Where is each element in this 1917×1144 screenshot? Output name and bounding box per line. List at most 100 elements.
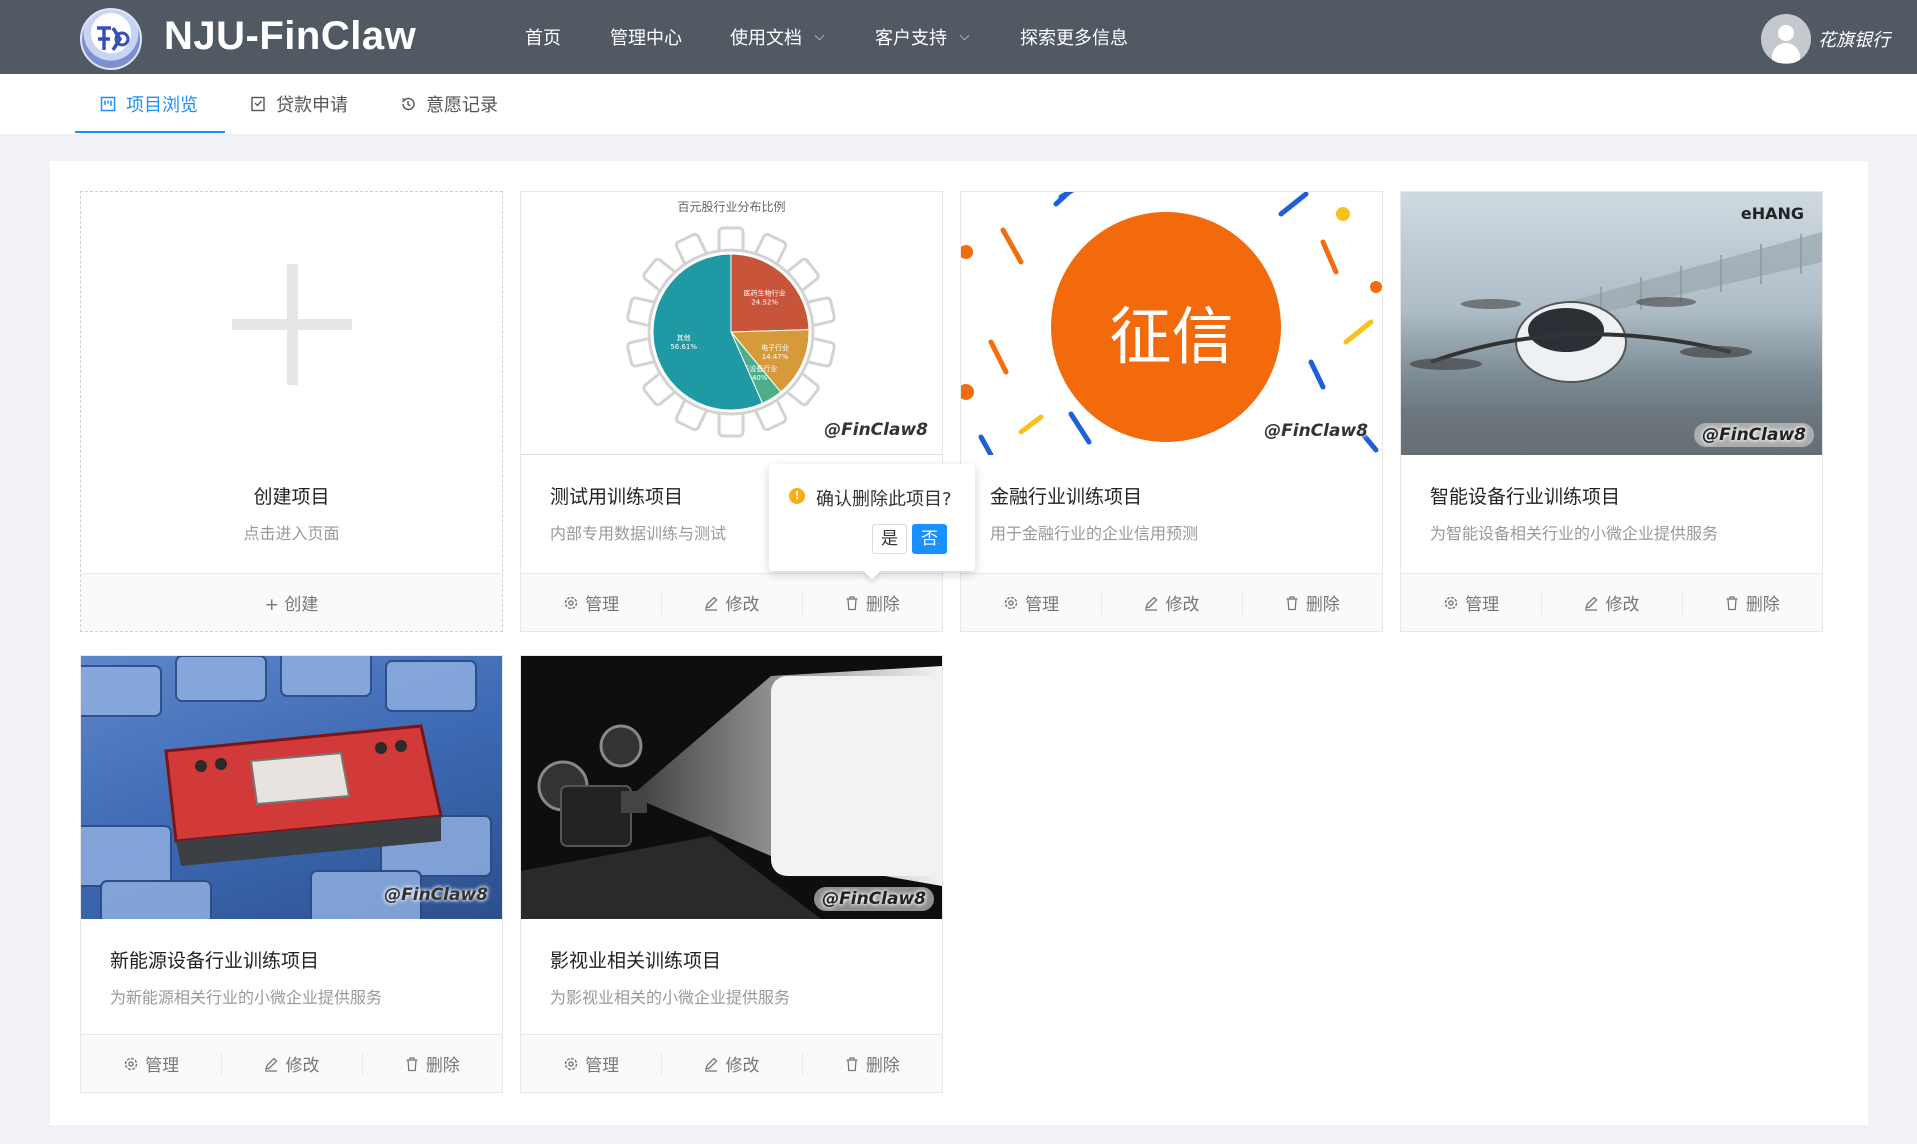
nav-explore-label: 探索更多信息 [1020,28,1128,49]
tab-label: 贷款申请 [276,95,348,116]
chevron-down-icon [959,30,970,40]
user-icon-head [1778,25,1794,41]
manage-button[interactable]: 管理 [521,574,661,631]
pie-slice-value: 24.52% [751,298,778,306]
delete-label: 删除 [865,595,900,615]
cover-brand: eHANG [1740,204,1804,223]
delete-button[interactable]: 删除 [361,1035,502,1092]
trash-icon [406,1056,418,1071]
card-title: 新能源设备行业训练项目 [110,950,320,972]
trash-icon [1726,595,1738,610]
gear-icon [124,1057,138,1070]
card-title: 创建项目 [253,486,330,508]
pie-slice-value: 14.47% [762,353,789,361]
edit-icon [1585,596,1598,611]
card-title: 金融行业训练项目 [990,486,1143,508]
edit-label: 修改 [725,595,760,615]
nav-docs-label: 使用文档 [730,28,802,49]
edit-button[interactable]: 修改 [661,574,801,631]
project-icon [100,96,116,112]
tab-loan-application[interactable]: 贷款申请 [250,74,348,134]
confirm-message: 确认删除此项目? [816,489,952,510]
create-button[interactable]: + 创建 [81,574,502,631]
card-desc: 内部专用数据训练与测试 [550,524,727,543]
card-desc: 点击进入页面 [243,524,340,543]
project-grid: 创建项目 点击进入页面 + 创建 百元股行业分布比例 医药生物行业 24.52% 电… [50,161,1868,1125]
confirm-no-button[interactable]: 否 [912,524,947,554]
nav-home[interactable]: 首页 [525,24,561,50]
tab-label: 意愿记录 [426,95,498,116]
confirm-yes-button[interactable]: 是 [872,524,907,554]
pie-slice-label: 电子行业 [761,343,789,352]
watermark: @FinClaw8 [1694,423,1814,447]
card-actions: 管理 修改 删除 [521,1034,942,1092]
manage-label: 管理 [1025,595,1060,615]
nav-support-label: 客户支持 [875,28,947,49]
tab-project-browse[interactable]: 项目浏览 [100,74,198,134]
edit-button[interactable]: 修改 [661,1035,801,1092]
delete-confirm-popover: ! 确认删除此项目? 是 否 [769,464,975,571]
projector-cover: @FinClaw8 [521,656,942,919]
nav-home-label: 首页 [525,28,561,49]
logo[interactable] [80,8,142,70]
tab-intention-records[interactable]: 意愿记录 [400,74,498,134]
edit-icon [265,1057,278,1072]
create-project-card[interactable]: 创建项目 点击进入页面 + 创建 [80,191,503,632]
card-actions: 管理 修改 删除 [1401,573,1822,631]
manage-button[interactable]: 管理 [961,574,1101,631]
delete-button[interactable]: 删除 [801,574,942,631]
loan-icon [251,96,265,112]
pie-slice-label: 其他 [677,333,691,342]
pie-slice-value: 56.61% [670,343,697,351]
avatar[interactable] [1761,14,1811,64]
edit-icon [705,1057,718,1072]
drone-cover: eHANG @FinClaw8 [1401,192,1822,455]
gear-icon [1004,596,1018,609]
create-button-label: + 创建 [264,595,319,615]
project-card[interactable]: 征信 @FinClaw8 金融行业训练项目 用于金融行业的企业信用预测 管理 修… [960,191,1383,632]
delete-label: 删除 [865,1056,900,1076]
chevron-down-icon [814,30,825,40]
nav-explore[interactable]: 探索更多信息 [1020,24,1128,50]
edit-button[interactable]: 修改 [1541,574,1681,631]
watermark: @FinClaw8 [384,885,488,905]
warning-icon: ! [789,488,805,504]
cover-text: 征信 [1109,300,1234,373]
manage-button[interactable]: 管理 [81,1035,221,1092]
project-card[interactable]: @FinClaw8 影视业相关训练项目 为影视业相关的小微企业提供服务 管理 修… [520,655,943,1093]
trash-icon [846,1056,858,1071]
manage-label: 管理 [585,1056,620,1076]
delete-button[interactable]: 删除 [1241,574,1382,631]
manage-label: 管理 [145,1056,180,1076]
nav-admin-center[interactable]: 管理中心 [610,24,682,50]
delete-button[interactable]: 删除 [1681,574,1822,631]
card-title: 测试用训练项目 [550,486,684,508]
logo-mark-icon [97,26,130,51]
nav-docs[interactable]: 使用文档 [730,24,825,50]
tab-label: 项目浏览 [126,95,198,116]
project-card[interactable]: @FinClaw8 新能源设备行业训练项目 为新能源相关行业的小微企业提供服务 … [80,655,503,1093]
pie-chart-cover: 百元股行业分布比例 医药生物行业 24.52% 电子行业 14.47% 电子设备行业 4.… [521,192,942,455]
manage-button[interactable]: 管理 [1401,574,1541,631]
manage-label: 管理 [585,595,620,615]
username[interactable]: 花旗银行 [1818,26,1890,52]
brand-name[interactable]: NJU-FinClaw [164,14,416,59]
gear-icon [1444,596,1458,609]
edit-label: 修改 [285,1056,320,1076]
trash-icon [1286,595,1298,610]
edit-button[interactable]: 修改 [1101,574,1241,631]
card-desc: 为影视业相关的小微企业提供服务 [550,988,791,1007]
nav-admin-center-label: 管理中心 [610,28,682,49]
pie-slice-label: 医药生物行业 [744,288,786,297]
project-card[interactable]: eHANG @FinClaw8 智能设备行业训练项目 为智能设备相关行业的小微企… [1400,191,1823,632]
edit-button[interactable]: 修改 [221,1035,361,1092]
card-title: 智能设备行业训练项目 [1430,486,1621,508]
edit-label: 修改 [1605,595,1640,615]
delete-button[interactable]: 删除 [801,1035,942,1092]
nav-support[interactable]: 客户支持 [875,24,970,50]
edit-icon [705,596,718,611]
manage-button[interactable]: 管理 [521,1035,661,1092]
delete-label: 删除 [425,1056,460,1076]
edit-icon [1145,596,1158,611]
card-actions: 管理 修改 删除 [521,573,942,631]
